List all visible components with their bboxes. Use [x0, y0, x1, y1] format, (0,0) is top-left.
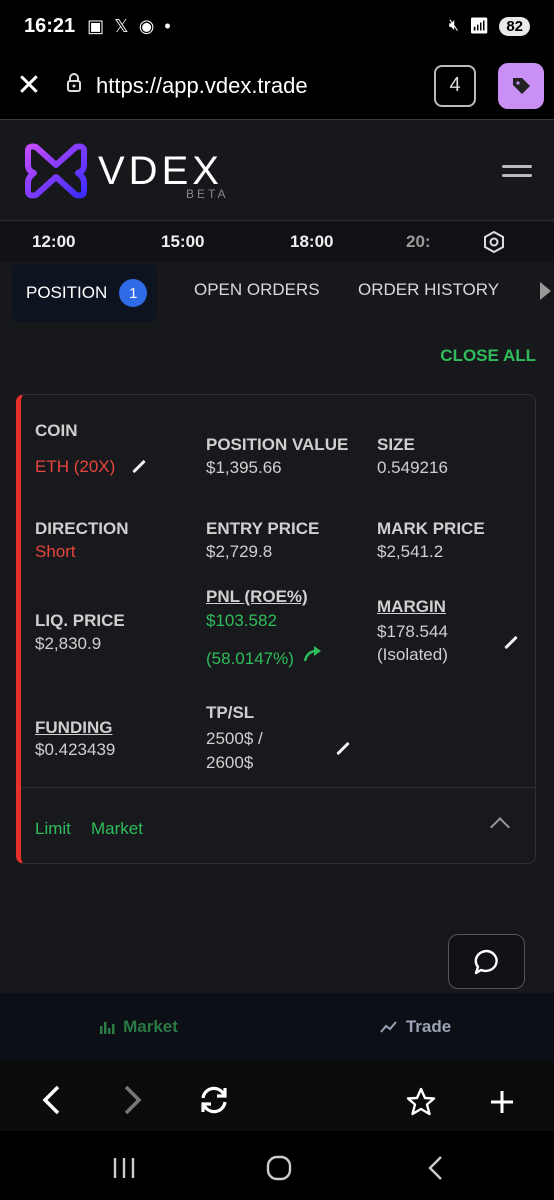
funding-value: $0.423439: [35, 740, 116, 759]
mute-icon: 🔇︎: [448, 17, 459, 34]
tab-order-history[interactable]: ORDER HISTORY: [358, 280, 499, 300]
discord-icon: ◉: [138, 15, 155, 36]
status-bar: 16:21 ▣ 𝕏 ◉ • 🔇︎ 📶︎ 82: [0, 0, 554, 52]
tabs-scroll-right-icon[interactable]: [540, 282, 551, 300]
url-text[interactable]: https://app.vdex.trade: [90, 73, 434, 99]
app-header: VDEX BETA: [0, 121, 554, 221]
entry-price-label: ENTRY PRICE: [206, 519, 320, 538]
lock-icon[interactable]: [58, 73, 90, 98]
chat-button[interactable]: [448, 934, 525, 989]
home-icon[interactable]: [266, 1155, 292, 1181]
tab-count-button[interactable]: 4: [434, 64, 476, 107]
chat-icon: [474, 949, 498, 974]
browser-toolbar: [0, 1061, 554, 1131]
direction-label: DIRECTION: [35, 519, 129, 538]
bookmark-star-icon[interactable]: [406, 1087, 436, 1117]
share-icon[interactable]: [303, 645, 323, 663]
direction-value: Short: [35, 542, 76, 561]
edit-margin-icon[interactable]: [504, 635, 518, 650]
time-tick: 20:: [406, 232, 431, 251]
position-value-label: POSITION VALUE: [206, 435, 349, 454]
funding-label[interactable]: FUNDING: [35, 718, 112, 738]
limit-close-button[interactable]: Limit: [35, 819, 71, 839]
nav-trade[interactable]: Trade: [277, 993, 554, 1061]
tpsl-value-line1: 2500$ /: [206, 729, 263, 748]
bar-chart-icon: [100, 1022, 115, 1034]
entry-price-value: $2,729.8: [206, 542, 273, 561]
card-divider: [21, 787, 536, 788]
time-tick: 18:00: [290, 232, 334, 251]
logo-text: VDEX: [98, 148, 223, 193]
mark-price-value: $2,541.2: [377, 542, 444, 561]
position-value: $1,395.66: [206, 458, 282, 477]
size-value: 0.549216: [377, 458, 448, 477]
trend-icon: [380, 1021, 397, 1033]
wifi-icon: 📶︎: [469, 18, 490, 35]
coin-label: COIN: [35, 421, 78, 440]
nav-trade-label: Trade: [405, 1017, 452, 1036]
size-label: SIZE: [377, 435, 415, 454]
battery-indicator: 82: [499, 16, 530, 36]
tpsl-value-line2: 2600$: [206, 753, 254, 772]
browser-url-bar: ✕ https://app.vdex.trade 4: [0, 52, 554, 120]
app-bottom-nav: Market Trade: [0, 993, 554, 1061]
chart-time-axis: 12:00 15:00 18:00 20:: [0, 222, 554, 262]
screenshot-icon: ▣: [87, 15, 105, 36]
coin-value: ETH (20X): [35, 457, 116, 476]
market-close-button[interactable]: Market: [91, 819, 143, 839]
nav-market[interactable]: Market: [0, 993, 277, 1061]
mark-price-label: MARK PRICE: [377, 519, 485, 538]
close-all-button[interactable]: CLOSE ALL: [440, 346, 536, 366]
margin-value: $178.544: [377, 622, 448, 641]
refresh-icon[interactable]: [197, 1085, 231, 1115]
nav-market-label: Market: [123, 1017, 178, 1036]
chevron-up-icon[interactable]: [490, 817, 510, 837]
new-tab-icon[interactable]: [489, 1089, 515, 1115]
tab-open-orders[interactable]: OPEN ORDERS: [194, 280, 320, 300]
time-tick: 15:00: [161, 232, 205, 251]
x-app-icon: 𝕏: [114, 15, 129, 36]
forward-icon[interactable]: [122, 1085, 144, 1115]
close-icon[interactable]: ✕: [0, 68, 58, 103]
beta-label: BETA: [186, 187, 229, 201]
positions-tabs: POSITION 1 OPEN ORDERS ORDER HISTORY: [0, 262, 554, 322]
roe-value: (58.0147%): [206, 649, 294, 668]
chart-settings-icon[interactable]: [482, 230, 506, 254]
vdex-logo-icon: [25, 143, 87, 198]
edit-leverage-icon[interactable]: [132, 459, 146, 474]
liq-price-label: LIQ. PRICE: [35, 611, 125, 630]
recent-apps-icon[interactable]: [112, 1157, 136, 1179]
edit-tpsl-icon[interactable]: [336, 741, 350, 756]
system-back-icon[interactable]: [426, 1155, 444, 1181]
pnl-label[interactable]: PNL (ROE%): [206, 587, 308, 607]
dot-icon: •: [164, 15, 171, 36]
margin-mode: (Isolated): [377, 645, 448, 664]
liq-price-value: $2,830.9: [35, 634, 102, 653]
extension-icon[interactable]: [498, 62, 544, 109]
system-navigation-bar: [0, 1131, 554, 1200]
time-tick: 12:00: [32, 232, 76, 251]
pnl-value: $103.582: [206, 611, 277, 630]
status-time: 16:21: [24, 14, 76, 37]
tab-position[interactable]: POSITION 1: [12, 264, 157, 322]
back-icon[interactable]: [40, 1085, 62, 1115]
menu-icon[interactable]: [502, 159, 532, 183]
position-count-badge: 1: [119, 279, 148, 307]
tab-position-label: POSITION: [26, 283, 108, 302]
position-card: COIN ETH (20X) POSITION VALUE $1,395.66 …: [16, 394, 536, 864]
margin-label[interactable]: MARGIN: [377, 597, 446, 617]
tpsl-label: TP/SL: [206, 703, 255, 722]
